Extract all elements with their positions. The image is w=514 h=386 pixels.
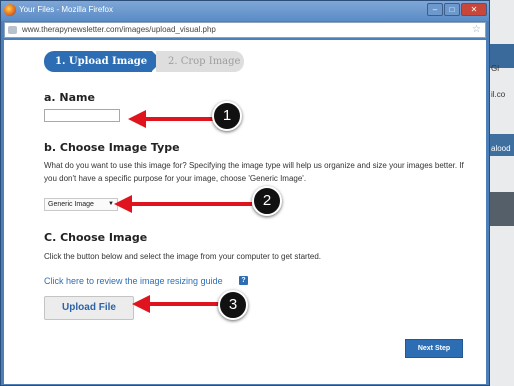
annotation-arrow-2	[114, 195, 252, 213]
background-text: alood	[491, 144, 511, 153]
image-type-heading: b. Choose Image Type	[44, 141, 180, 154]
address-url: www.therapynewsletter.com/images/upload_…	[22, 25, 216, 34]
image-type-select[interactable]: Generic Image ▼	[44, 198, 118, 211]
annotation-badge-3: 3	[218, 290, 248, 320]
image-type-description: What do you want to use this image for? …	[44, 161, 464, 183]
name-heading: a. Name	[44, 91, 95, 104]
choose-image-heading: C. Choose Image	[44, 231, 148, 244]
step-crop-image: 2. Crop Image	[156, 51, 244, 72]
background-text: Gl	[491, 64, 499, 73]
step-upload-image: 1. Upload Image	[44, 51, 152, 72]
annotation-arrow-3	[132, 295, 220, 313]
close-window-button[interactable]: ✕	[461, 3, 487, 16]
background-page-right: Gl il.co alood	[488, 0, 514, 386]
choose-image-description: Click the button below and select the im…	[44, 252, 322, 261]
window-title: Your Files - Mozilla Firefox	[19, 5, 113, 14]
window-titlebar[interactable]: Your Files - Mozilla Firefox – □ ✕	[1, 1, 489, 21]
name-input[interactable]	[44, 109, 120, 122]
resizing-guide-link[interactable]: Click here to review the image resizing …	[44, 276, 223, 286]
next-step-button[interactable]: Next Step	[405, 339, 463, 358]
upload-file-button[interactable]: Upload File	[44, 296, 134, 320]
annotation-badge-1: 1	[212, 101, 242, 131]
minimize-button[interactable]: –	[427, 3, 443, 16]
background-block	[489, 192, 514, 226]
maximize-button[interactable]: □	[444, 3, 460, 16]
background-text: il.co	[491, 90, 506, 99]
site-identity-icon	[8, 26, 17, 34]
help-icon[interactable]: ?	[239, 276, 248, 285]
annotation-arrow-1	[128, 110, 214, 128]
bookmark-star-icon[interactable]: ☆	[472, 24, 481, 35]
image-type-selected: Generic Image	[48, 201, 94, 208]
address-bar[interactable]: www.therapynewsletter.com/images/upload_…	[4, 22, 486, 38]
firefox-icon	[4, 4, 16, 16]
annotation-badge-2: 2	[252, 186, 282, 216]
